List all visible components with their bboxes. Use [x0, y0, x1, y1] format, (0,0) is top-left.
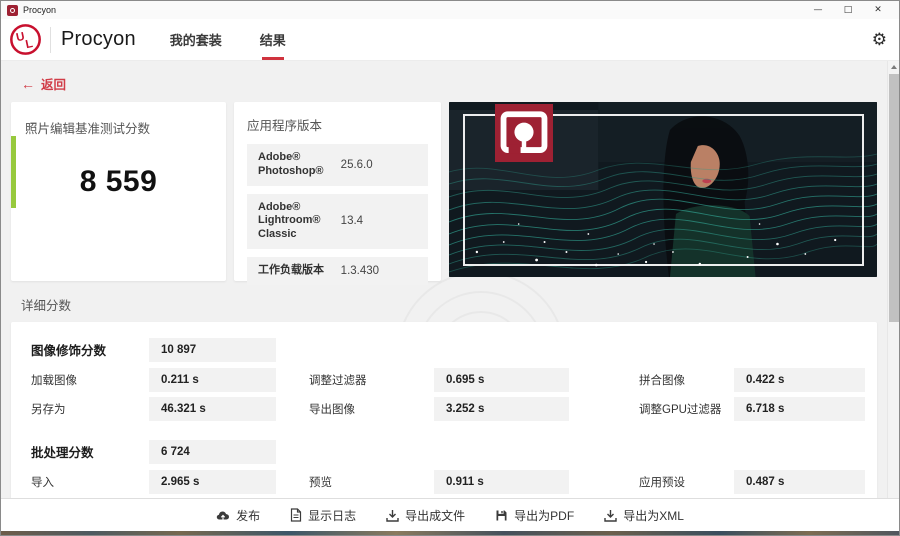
metric-label: 调整过滤器 — [309, 367, 434, 393]
cloud-upload-icon — [216, 509, 230, 522]
titlebar: Procyon — □ ✕ — [1, 1, 899, 19]
metric-value: 0.695 s — [434, 368, 569, 392]
tab-my-suites[interactable]: 我的套装 — [170, 19, 222, 60]
export-pdf-label: 导出为PDF — [514, 507, 574, 524]
desktop-background-strip — [1, 531, 899, 535]
metric-value: 6.718 s — [734, 397, 865, 421]
metric-label: 拼合图像 — [639, 367, 734, 393]
score-indicator-bar — [11, 136, 16, 208]
document-icon — [290, 508, 302, 522]
benchmark-score: 8 559 — [25, 165, 212, 199]
results-page: 淘宝网 ← 返回 照片编辑基准测试分数 8 559 应用程序版本 Adobe® … — [1, 61, 899, 498]
minimize-button[interactable]: — — [803, 2, 833, 18]
version-label: Adobe® Lightroom® Classic — [258, 201, 341, 242]
publish-button[interactable]: 发布 — [216, 507, 260, 524]
show-log-button[interactable]: 显示日志 — [290, 507, 356, 524]
window-title: Procyon — [23, 5, 803, 15]
metric-label: 另存为 — [31, 396, 149, 422]
details-section-title: 详细分数 — [21, 295, 899, 314]
footer-toolbar: 发布 显示日志 导出成文件 导出为PDF — [1, 498, 899, 531]
metric-label: 导出图像 — [309, 396, 434, 422]
publish-label: 发布 — [236, 507, 260, 524]
score-row-value: 10 897 — [149, 338, 276, 362]
metric-value: 3.252 s — [434, 397, 569, 421]
metric-value: 2.965 s — [149, 470, 276, 494]
detailed-scores-card: 图像修饰分数 10 897 加载图像 0.211 s 调整过滤器 0.695 s… — [11, 322, 877, 498]
vertical-scrollbar[interactable] — [887, 61, 899, 498]
back-label: 返回 — [41, 74, 66, 93]
metric-value: 0.487 s — [734, 470, 865, 494]
export-file-button[interactable]: 导出成文件 — [386, 507, 465, 524]
divider — [50, 27, 51, 53]
version-row: 工作负载版本 1.3.430 — [247, 257, 428, 285]
score-row-value: 6 724 — [149, 440, 276, 464]
export-pdf-button[interactable]: 导出为PDF — [495, 507, 574, 524]
score-row-label: 批处理分数 — [31, 437, 149, 466]
show-log-label: 显示日志 — [308, 507, 356, 524]
save-icon — [495, 509, 508, 522]
ul-logo: U L — [9, 23, 42, 56]
maximize-button[interactable]: □ — [833, 2, 863, 18]
export-xml-button[interactable]: 导出为XML — [604, 507, 684, 524]
tab-results[interactable]: 结果 — [260, 19, 286, 60]
navbar: U L Procyon 我的套装 结果 ⚙ — [1, 19, 899, 61]
version-row: Adobe® Photoshop® 25.6.0 — [247, 144, 428, 186]
gear-icon[interactable]: ⚙ — [872, 31, 887, 48]
version-value: 25.6.0 — [341, 159, 373, 171]
score-card-title: 照片编辑基准测试分数 — [25, 118, 212, 137]
version-label: 工作负载版本 — [258, 264, 341, 278]
export-file-label: 导出成文件 — [405, 507, 465, 524]
app-icon — [7, 5, 18, 16]
metric-value: 0.911 s — [434, 470, 569, 494]
metric-label: 加载图像 — [31, 367, 149, 393]
photo-benchmark-badge-icon — [495, 104, 553, 162]
version-label: Adobe® Photoshop® — [258, 151, 341, 179]
versions-card-title: 应用程序版本 — [247, 115, 428, 134]
scrollbar-thumb[interactable] — [889, 74, 899, 322]
benchmark-score-card: 照片编辑基准测试分数 8 559 — [11, 102, 226, 281]
metric-label: 预览 — [309, 469, 434, 495]
metric-label: 应用预设 — [639, 469, 734, 495]
download-icon — [604, 509, 617, 522]
version-row: Adobe® Lightroom® Classic 13.4 — [247, 194, 428, 249]
scroll-up-icon[interactable] — [891, 65, 897, 69]
brand-title: Procyon — [61, 28, 136, 51]
download-icon — [386, 509, 399, 522]
export-xml-label: 导出为XML — [623, 507, 684, 524]
metric-label: 调整GPU过滤器 — [639, 396, 734, 422]
score-row-label: 图像修饰分数 — [31, 335, 149, 364]
back-button[interactable]: ← 返回 — [21, 74, 899, 93]
version-value: 13.4 — [341, 215, 363, 227]
back-arrow-icon: ← — [21, 76, 35, 92]
app-window: Procyon — □ ✕ U L Procyon 我的套装 结果 ⚙ 淘宝网 … — [0, 0, 900, 536]
metric-label: 导入 — [31, 469, 149, 495]
version-value: 1.3.430 — [341, 265, 379, 277]
app-versions-card: 应用程序版本 Adobe® Photoshop® 25.6.0 Adobe® L… — [234, 102, 441, 281]
close-button[interactable]: ✕ — [863, 2, 893, 18]
metric-value: 0.422 s — [734, 368, 865, 392]
metric-value: 46.321 s — [149, 397, 276, 421]
hero-image — [449, 102, 877, 277]
metric-value: 0.211 s — [149, 368, 276, 392]
